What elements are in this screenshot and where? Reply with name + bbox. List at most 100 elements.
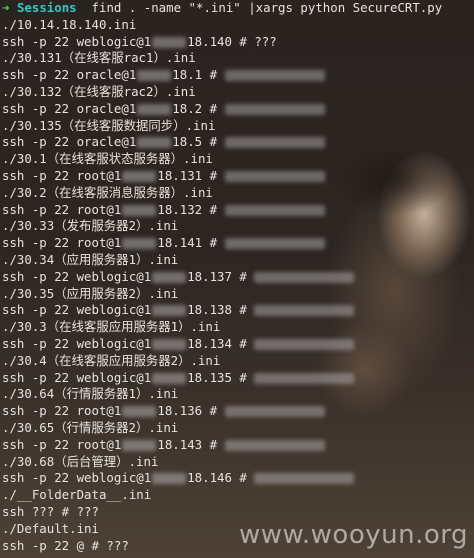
redacted-ip-segment — [152, 305, 187, 317]
output-line: ./30.65（行情服务器2）.ini — [0, 420, 474, 437]
line-text: ssh -p 22 root@1 — [2, 235, 122, 251]
ssh-command-line: ssh -p 22 weblogic@1 18.137 # — [0, 269, 474, 286]
redacted-ip-segment — [122, 439, 157, 451]
line-text: ssh -p 22 weblogic@1 — [2, 335, 152, 351]
line-text: ./30.34（应用服务器1）.ini — [2, 251, 179, 267]
line-text: ./30.1（在线客服状态服务器）.ini — [2, 151, 213, 167]
prompt-arrow-icon: ➜ — [2, 0, 10, 15]
redacted-password — [224, 204, 325, 216]
redacted-password — [224, 70, 325, 82]
ssh-command-line: ssh -p 22 oracle@1 18.5 # — [0, 134, 474, 151]
line-text: ./30.3（在线客服应用服务器1）.ini — [2, 319, 221, 335]
line-text: ./10.14.18.140.ini — [2, 16, 137, 32]
line-text: ssh -p 22 root@1 — [2, 201, 122, 217]
line-text: ssh -p 22 root@1 — [2, 403, 122, 419]
output-line: ./30.2（在线客服消息服务器）.ini — [0, 185, 474, 202]
output-line: ./30.33（发布服务器2）.ini — [0, 218, 474, 235]
redacted-password — [224, 170, 325, 182]
redacted-password — [254, 473, 355, 485]
line-text: ./30.65（行情服务器2）.ini — [2, 419, 179, 435]
ssh-command-line: ssh -p 22 weblogic@1 18.146 # — [0, 470, 474, 487]
redacted-password — [254, 372, 355, 384]
line-text: ssh -p 22 root@1 — [2, 167, 122, 183]
redacted-password — [224, 406, 325, 418]
redacted-ip-segment — [152, 36, 187, 48]
line-text: ./30.64（行情服务器1）.ini — [2, 386, 179, 402]
output-line: ./30.64（行情服务器1）.ini — [0, 386, 474, 403]
output-line: ssh ??? # ??? — [0, 504, 474, 521]
redacted-ip-segment — [137, 137, 172, 149]
terminal-window[interactable]: ➜ Sessions find . -name "*.ini" |xargs p… — [0, 0, 474, 558]
ssh-command-line: ssh -p 22 weblogic@1 18.134 # — [0, 336, 474, 353]
ssh-command-line: ssh -p 22 weblogic@1 18.135 # — [0, 370, 474, 387]
line-text-host: 18.134 # — [187, 335, 255, 351]
output-line: ./30.4（在线客服应用服务器2）.ini — [0, 353, 474, 370]
line-text: ./Default.ini — [2, 520, 99, 536]
line-text: ssh -p 22 weblogic@1 — [2, 369, 152, 385]
line-text-host: 18.132 # — [157, 201, 225, 217]
line-text-host: 18.146 # — [187, 470, 255, 486]
redacted-ip-segment — [152, 338, 187, 350]
output-line: ./30.135（在线客服数据同步）.ini — [0, 118, 474, 135]
line-text: ./30.33（发布服务器2）.ini — [2, 218, 179, 234]
output-line: ./30.3（在线客服应用服务器1）.ini — [0, 319, 474, 336]
line-text: ./__FolderData__.ini — [2, 487, 152, 503]
output-line: ./30.68（后台管理）.ini — [0, 454, 474, 471]
ssh-command-line: ssh -p 22 root@1 18.143 # — [0, 437, 474, 454]
ssh-command-line: ssh -p 22 root@1 18.136 # — [0, 403, 474, 420]
line-text-host: 18.2 # — [172, 100, 225, 116]
command-prompt-line: ➜ Sessions find . -name "*.ini" |xargs p… — [0, 0, 474, 17]
line-text: ./30.132（在线客服rac2）.ini — [2, 83, 196, 99]
ssh-command-line: ssh -p 22 oracle@1 18.2 # — [0, 101, 474, 118]
ssh-command-line: ssh -p 22 root@1 18.132 # — [0, 202, 474, 219]
output-line: ./30.1（在线客服状态服务器）.ini — [0, 151, 474, 168]
line-text: ssh ??? # ??? — [2, 503, 99, 519]
redacted-password — [224, 137, 325, 149]
line-text: ssh -p 22 @ # ??? — [2, 537, 129, 553]
line-text-host: 18.1 # — [172, 67, 225, 83]
line-text-host: 18.136 # — [157, 403, 225, 419]
line-text: ./30.2（在线客服消息服务器）.ini — [2, 184, 213, 200]
output-line: ./30.132（在线客服rac2）.ini — [0, 84, 474, 101]
line-text-host: 18.135 # — [187, 369, 255, 385]
output-line: ./30.34（应用服务器1）.ini — [0, 252, 474, 269]
line-text: ssh -p 22 weblogic@1 — [2, 470, 152, 486]
line-text: ssh -p 22 weblogic@1 — [2, 33, 152, 49]
line-text-host: 18.141 # — [157, 235, 225, 251]
line-text: ./30.35（应用服务器2）.ini — [2, 285, 179, 301]
line-text-host: 18.138 # — [187, 302, 255, 318]
line-text: ./30.68（后台管理）.ini — [2, 453, 159, 469]
line-text-host: 18.5 # — [172, 134, 225, 150]
line-text: ssh -p 22 weblogic@1 — [2, 302, 152, 318]
redacted-ip-segment — [122, 406, 157, 418]
line-text-host: 18.140 # ??? — [187, 33, 277, 49]
redacted-ip-segment — [122, 170, 157, 182]
ssh-command-line: ssh -p 22 root@1 18.131 # — [0, 168, 474, 185]
line-text: ./30.135（在线客服数据同步）.ini — [2, 117, 216, 133]
line-text: ./30.131（在线客服rac1）.ini — [2, 50, 196, 66]
prompt-command: find . -name "*.ini" |xargs python Secur… — [91, 0, 443, 15]
line-text: ssh -p 22 weblogic@1 — [2, 268, 152, 284]
line-text-host: 18.143 # — [157, 436, 225, 452]
ssh-command-line: ssh -p 22 root@1 18.141 # — [0, 235, 474, 252]
line-text: ssh -p 22 oracle@1 — [2, 100, 137, 116]
redacted-password — [224, 238, 325, 250]
output-line: ./10.14.18.140.ini — [0, 17, 474, 34]
line-text: ./30.4（在线客服应用服务器2）.ini — [2, 352, 221, 368]
ssh-command-line: ssh -p 22 weblogic@1 18.138 # — [0, 302, 474, 319]
ssh-command-line: ssh -p 22 weblogic@1 18.140 # ??? — [0, 34, 474, 51]
redacted-ip-segment — [137, 103, 172, 115]
redacted-password — [224, 103, 325, 115]
line-text-host: 18.137 # — [187, 268, 255, 284]
redacted-password — [254, 271, 355, 283]
redacted-password — [224, 439, 325, 451]
output-line: ./__FolderData__.ini — [0, 487, 474, 504]
output-line: ./30.35（应用服务器2）.ini — [0, 286, 474, 303]
output-line: ./30.131（在线客服rac1）.ini — [0, 50, 474, 67]
redacted-password — [254, 338, 355, 350]
line-text: ssh -p 22 root@1 — [2, 436, 122, 452]
terminal-output: ➜ Sessions find . -name "*.ini" |xargs p… — [0, 0, 474, 554]
prompt-directory: Sessions — [16, 0, 77, 15]
redacted-ip-segment — [152, 372, 187, 384]
redacted-ip-segment — [137, 70, 172, 82]
